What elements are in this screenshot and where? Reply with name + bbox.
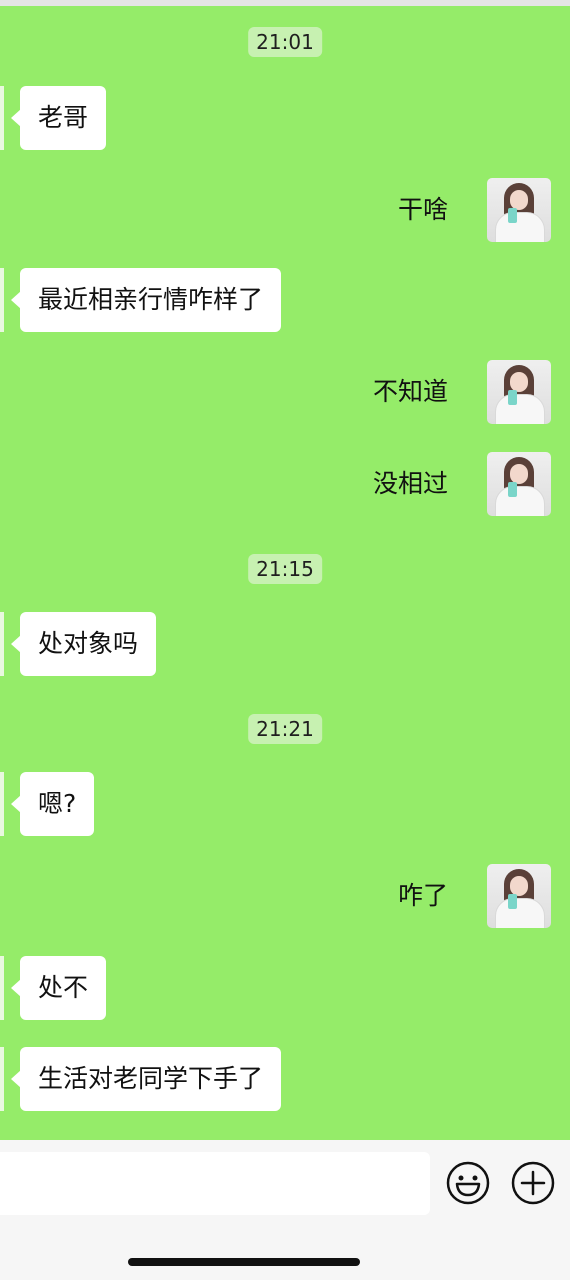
emoji-icon[interactable] [445,1160,491,1206]
edge-marker [0,86,4,150]
edge-marker [0,268,4,332]
edge-marker [0,956,4,1020]
edge-marker [0,612,4,676]
message-left[interactable]: 嗯? [10,772,95,836]
message-input[interactable] [0,1152,430,1215]
timestamp: 21:15 [248,554,322,584]
message-right[interactable]: 咋了 [398,864,448,928]
message-left[interactable]: 老哥 [10,86,107,150]
message-left[interactable]: 生活对老同学下手了 [10,1047,282,1111]
message-left[interactable]: 处对象吗 [10,612,157,676]
user-avatar[interactable] [487,178,551,242]
message-left[interactable]: 最近相亲行情咋样了 [10,268,282,332]
edge-marker [0,772,4,836]
chat-area[interactable]: 21:01 老哥 干啥 最近相亲行情咋样了 不知道 没相过 21:15 处对象吗… [0,0,570,1140]
edge-marker [0,1047,4,1111]
input-bar [0,1140,570,1280]
timestamp: 21:01 [248,27,322,57]
message-right[interactable]: 不知道 [373,360,448,424]
message-right[interactable]: 没相过 [373,452,448,516]
message-left[interactable]: 处不 [10,956,107,1020]
timestamp: 21:21 [248,714,322,744]
user-avatar[interactable] [487,452,551,516]
plus-icon[interactable] [510,1160,556,1206]
user-avatar[interactable] [487,864,551,928]
message-right[interactable]: 干啥 [398,178,448,242]
home-indicator[interactable] [128,1258,360,1266]
user-avatar[interactable] [487,360,551,424]
